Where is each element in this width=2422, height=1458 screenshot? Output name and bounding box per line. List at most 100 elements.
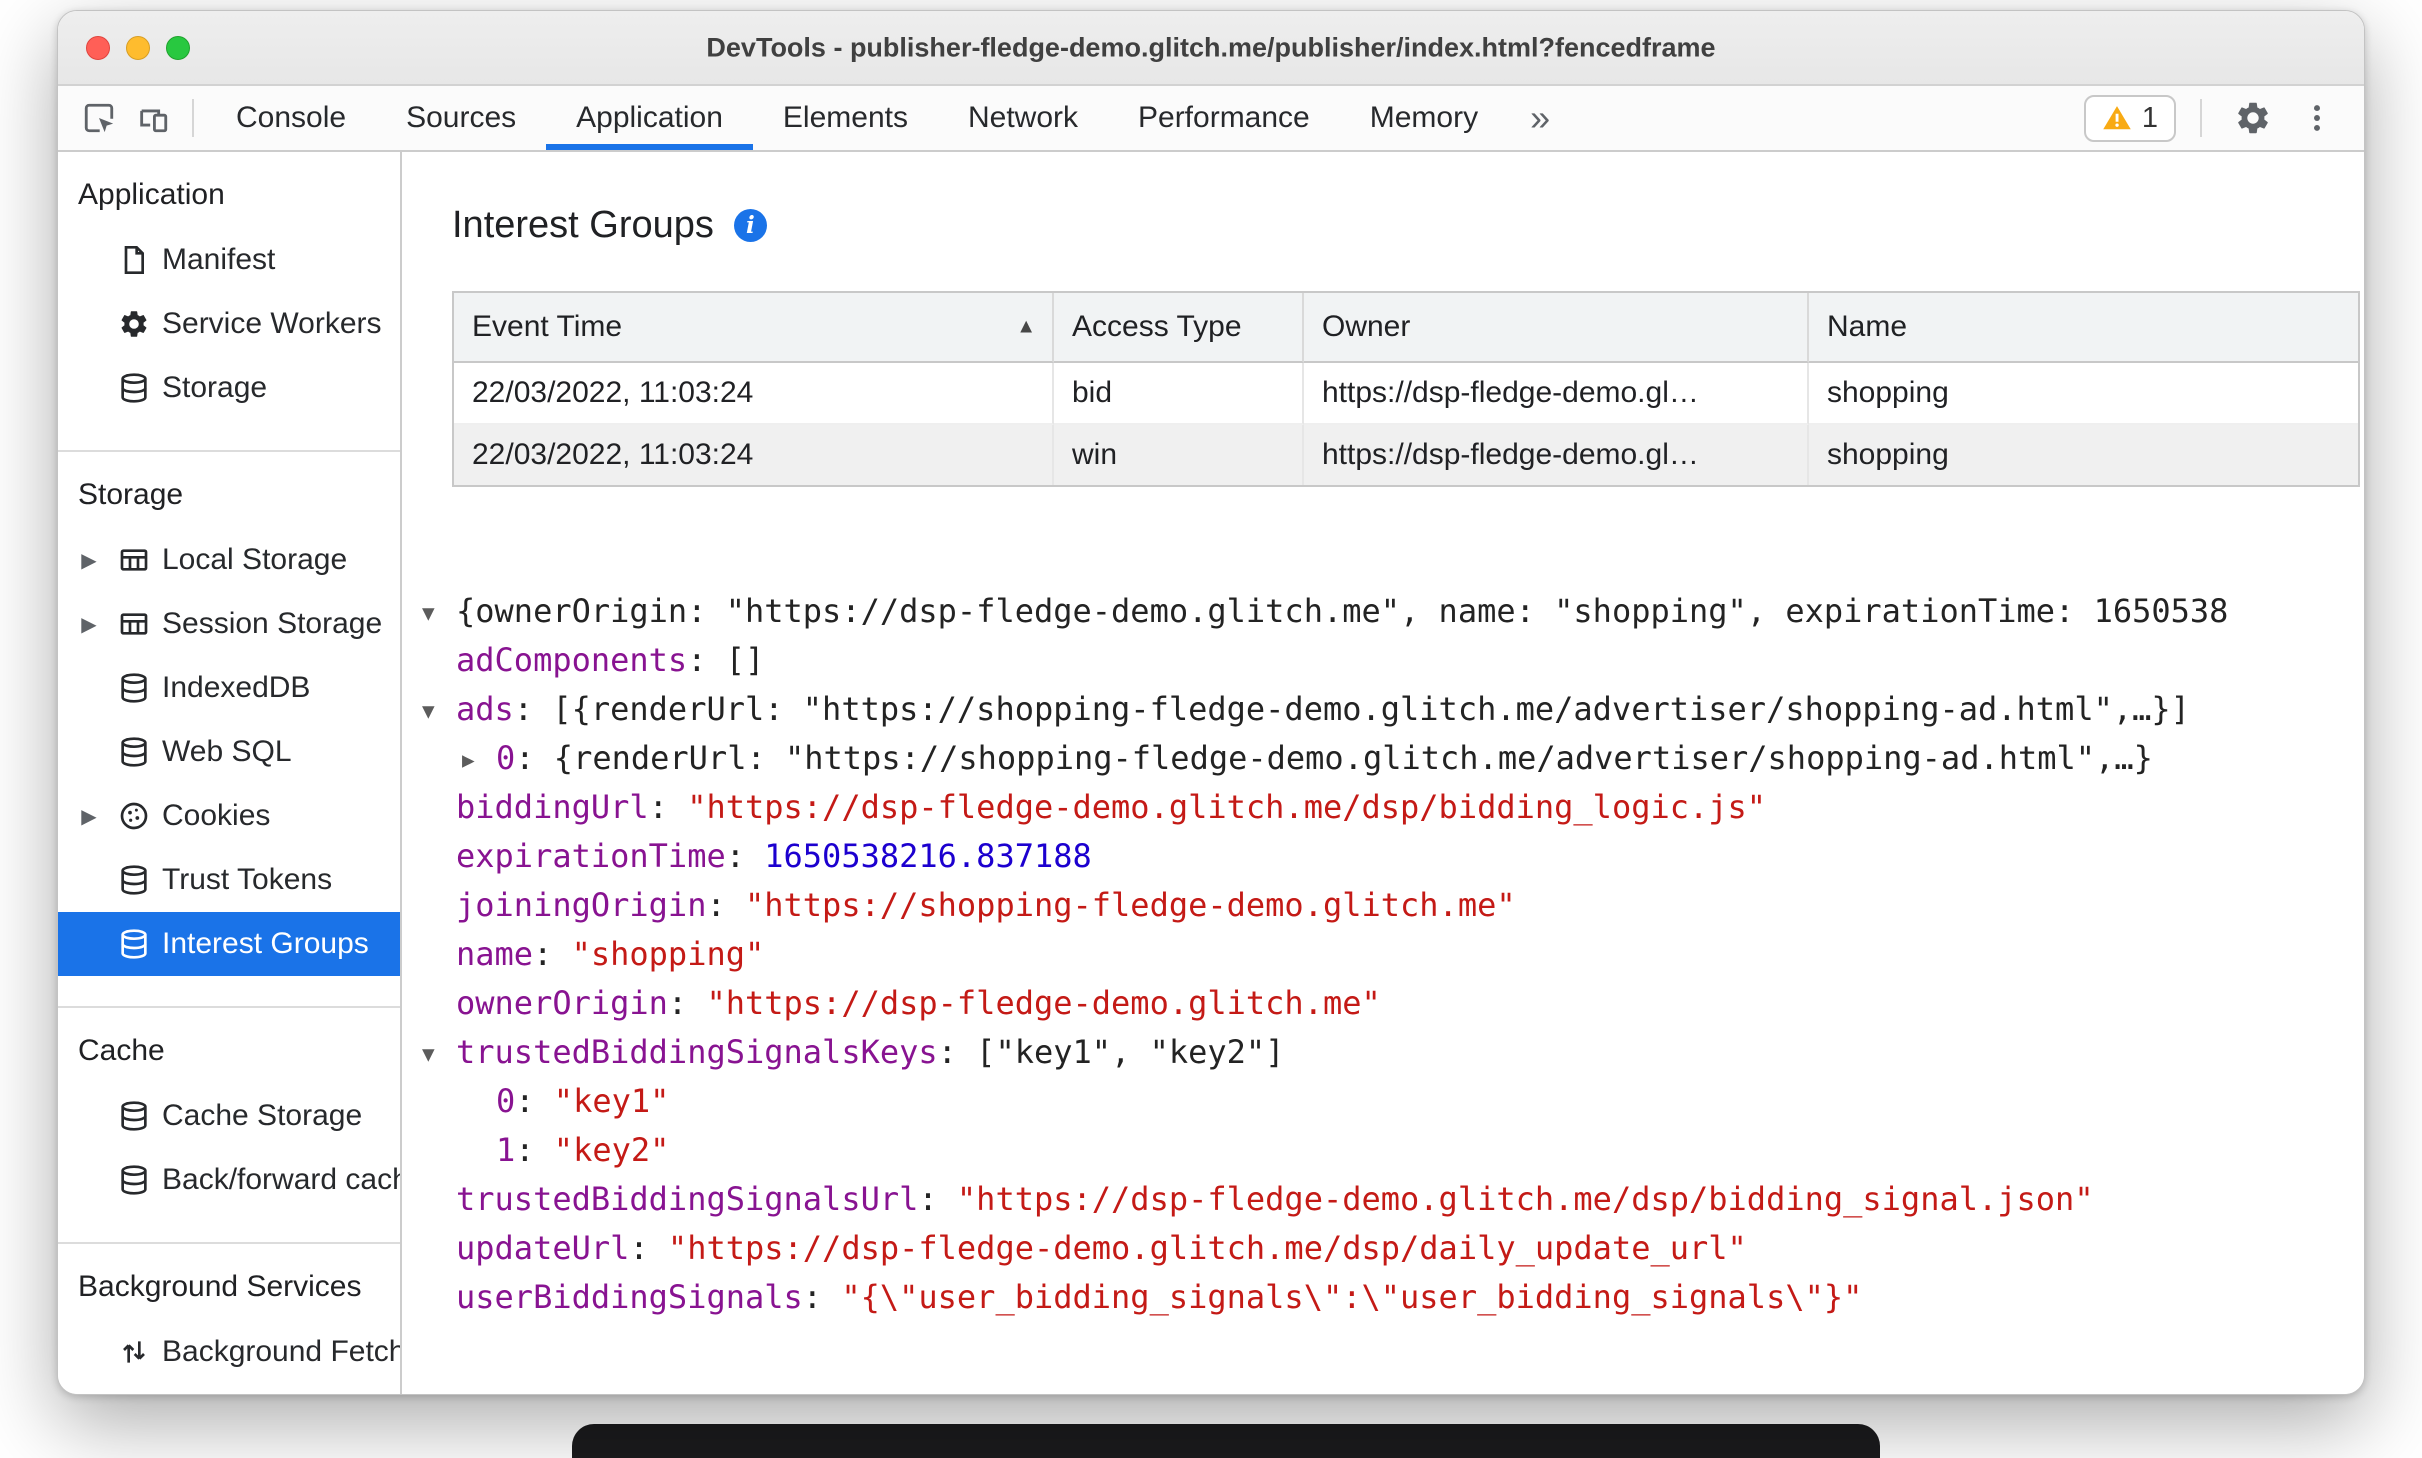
tree-key: expirationTime	[456, 837, 726, 875]
tree-line-adcomponents[interactable]: adComponents: []	[422, 636, 2364, 685]
sidebar-item-web-sql[interactable]: Web SQL	[58, 720, 400, 784]
column-header-label: Event Time	[472, 310, 623, 343]
table-cell-name[interactable]: shopping	[1809, 425, 2358, 485]
tree-line-trustedbiddingsignalskeys[interactable]: ▼ trustedBiddingSignalsKeys: ["key1", "ke…	[422, 1028, 2364, 1077]
tab-console[interactable]: Console	[206, 86, 376, 150]
menu-button[interactable]	[2292, 101, 2342, 135]
info-icon[interactable]: i	[733, 209, 767, 242]
sidebar-section-header: Cache	[78, 1034, 165, 1067]
table-cell-name[interactable]: shopping	[1809, 363, 2358, 425]
table-icon	[118, 544, 150, 576]
table-cell-access-type[interactable]: bid	[1054, 363, 1304, 425]
sidebar-item-indexeddb[interactable]: IndexedDB	[58, 656, 400, 720]
column-header-name[interactable]: Name	[1809, 293, 2358, 363]
tree-text: :	[515, 1131, 554, 1169]
sidebar-item-interest-groups[interactable]: Interest Groups	[58, 912, 400, 976]
panel-content: Application Manifest Service Workers Storag…	[58, 152, 2364, 1394]
column-header-access-type[interactable]: Access Type	[1054, 293, 1304, 363]
expanded-arrow-icon[interactable]: ▼	[422, 589, 456, 637]
database-icon	[118, 736, 150, 768]
tree-line-expirationtime[interactable]: expirationTime: 1650538216.837188	[422, 832, 2364, 881]
sidebar-item-cache-storage[interactable]: Cache Storage	[58, 1084, 400, 1148]
sidebar-section-storage: Storage ▶ Local Storage ▶ Session Storage Ind…	[58, 452, 400, 1008]
tree-line-biddingurl[interactable]: biddingUrl: "https://dsp-fledge-demo.gli…	[422, 783, 2364, 832]
tab-elements[interactable]: Elements	[753, 86, 938, 150]
more-tabs-button[interactable]: »	[1508, 86, 1572, 150]
device-toolbar-button[interactable]	[126, 86, 180, 150]
sidebar-item-back-forward-cach[interactable]: Back/forward cach	[58, 1148, 400, 1212]
sidebar-item-label: Service Workers	[162, 307, 382, 340]
tab-performance[interactable]: Performance	[1108, 86, 1340, 150]
three-dots-icon	[2314, 105, 2320, 131]
sidebar-item-trust-tokens[interactable]: Trust Tokens	[58, 848, 400, 912]
sidebar-item-label: Storage	[162, 371, 268, 404]
desktop-background: DevTools - publisher-fledge-demo.glitch.…	[0, 0, 2422, 1458]
tree-key: updateUrl	[456, 1229, 630, 1267]
sidebar-item-storage[interactable]: Storage	[58, 356, 400, 420]
tab-label: Memory	[1369, 101, 1479, 134]
expanded-arrow-icon[interactable]: ▼	[422, 1030, 456, 1078]
column-header-event-time[interactable]: Event Time ▲	[454, 293, 1054, 363]
table-cell-access-type[interactable]: win	[1054, 425, 1304, 485]
settings-button[interactable]	[2226, 99, 2280, 137]
column-header-label: Name	[1827, 310, 1908, 343]
database-icon	[118, 864, 150, 896]
sidebar-item-label: Back/forward cach	[162, 1163, 400, 1196]
sidebar-section-header: Application	[78, 178, 225, 211]
tree-string-value: "https://shopping-fledge-demo.glitch.me"	[744, 886, 1516, 924]
inspect-element-button[interactable]	[72, 86, 126, 150]
tree-line-userbiddingsignals[interactable]: userBiddingSignals: "{\"user_bidding_sig…	[422, 1273, 2364, 1322]
tree-text: : [{renderUrl: "https://shopping-fledge-…	[513, 690, 2190, 728]
sidebar-item-service-workers[interactable]: Service Workers	[58, 292, 400, 356]
expanded-arrow-icon[interactable]: ▼	[422, 687, 456, 735]
sidebar-section-header: Background Services	[78, 1270, 362, 1303]
manifest-icon	[118, 244, 150, 276]
tree-key: name	[456, 935, 534, 973]
sidebar-item-local-storage[interactable]: ▶ Local Storage	[58, 528, 400, 592]
table-cell-owner[interactable]: https://dsp-fledge-demo.gl…	[1304, 425, 1809, 485]
tree-line-joiningorigin[interactable]: joiningOrigin: "https://shopping-fledge-…	[422, 881, 2364, 930]
table-cell-event-time[interactable]: 22/03/2022, 11:03:24	[454, 425, 1054, 485]
window-title: DevTools - publisher-fledge-demo.glitch.…	[706, 32, 1716, 62]
tree-line-updateurl[interactable]: updateUrl: "https://dsp-fledge-demo.glit…	[422, 1224, 2364, 1273]
tree-key: trustedBiddingSignalsUrl	[456, 1180, 919, 1218]
tree-line-0[interactable]: 0: "key1"	[422, 1077, 2364, 1126]
sidebar-item-cookies[interactable]: ▶ Cookies	[58, 784, 400, 848]
devtools-window: DevTools - publisher-fledge-demo.glitch.…	[57, 10, 2365, 1395]
tree-line-trustedbiddingsignalsurl[interactable]: trustedBiddingSignalsUrl: "https://dsp-f…	[422, 1175, 2364, 1224]
tree-text: : ["key1", "key2"]	[937, 1033, 1285, 1071]
tree-string-value: "https://dsp-fledge-demo.glitch.me/dsp/d…	[667, 1229, 1747, 1267]
sidebar-item-background-fetch[interactable]: Background Fetch	[58, 1320, 400, 1384]
tree-text: : []	[687, 641, 765, 679]
expander-icon[interactable]: ▶	[72, 804, 106, 829]
database-icon	[118, 928, 150, 960]
tree-number-value: 1650538216.837188	[764, 837, 1092, 875]
background-fetch-icon	[118, 1336, 150, 1368]
tree-text: :	[918, 1180, 957, 1218]
tab-application[interactable]: Application	[546, 86, 753, 150]
tab-memory[interactable]: Memory	[1340, 86, 1508, 150]
tree-text: :	[802, 1278, 842, 1316]
collapsed-arrow-icon[interactable]: ▶	[462, 736, 496, 784]
sidebar-item-session-storage[interactable]: ▶ Session Storage	[58, 592, 400, 656]
sidebar-item-label: Trust Tokens	[162, 863, 333, 896]
sidebar-item-label: Cookies	[162, 799, 271, 832]
column-header-owner[interactable]: Owner	[1304, 293, 1809, 363]
sort-ascending-icon: ▲	[1016, 315, 1036, 338]
tree-line-root-preview[interactable]: ▼ {ownerOrigin: "https://dsp-fledge-demo.…	[422, 587, 2364, 636]
expander-icon[interactable]: ▶	[72, 612, 106, 637]
table-cell-event-time[interactable]: 22/03/2022, 11:03:24	[454, 363, 1054, 425]
tree-line-1[interactable]: 1: "key2"	[422, 1126, 2364, 1175]
tree-line-name[interactable]: name: "shopping"	[422, 930, 2364, 979]
table-cell-owner[interactable]: https://dsp-fledge-demo.gl…	[1304, 363, 1809, 425]
tab-label: Console	[236, 101, 347, 134]
expander-icon[interactable]: ▶	[72, 548, 106, 573]
tab-network[interactable]: Network	[938, 86, 1108, 150]
tree-line-ads[interactable]: ▼ ads: [{renderUrl: "https://shopping-fle…	[422, 685, 2364, 734]
tree-line-ownerorigin[interactable]: ownerOrigin: "https://dsp-fledge-demo.gl…	[422, 979, 2364, 1028]
tree-line-0[interactable]: ▶ 0: {renderUrl: "https://shopping-fledge…	[422, 734, 2364, 783]
tab-sources[interactable]: Sources	[376, 86, 546, 150]
database-icon	[118, 672, 150, 704]
issues-badge[interactable]: 1	[2083, 94, 2176, 142]
sidebar-item-manifest[interactable]: Manifest	[58, 228, 400, 292]
